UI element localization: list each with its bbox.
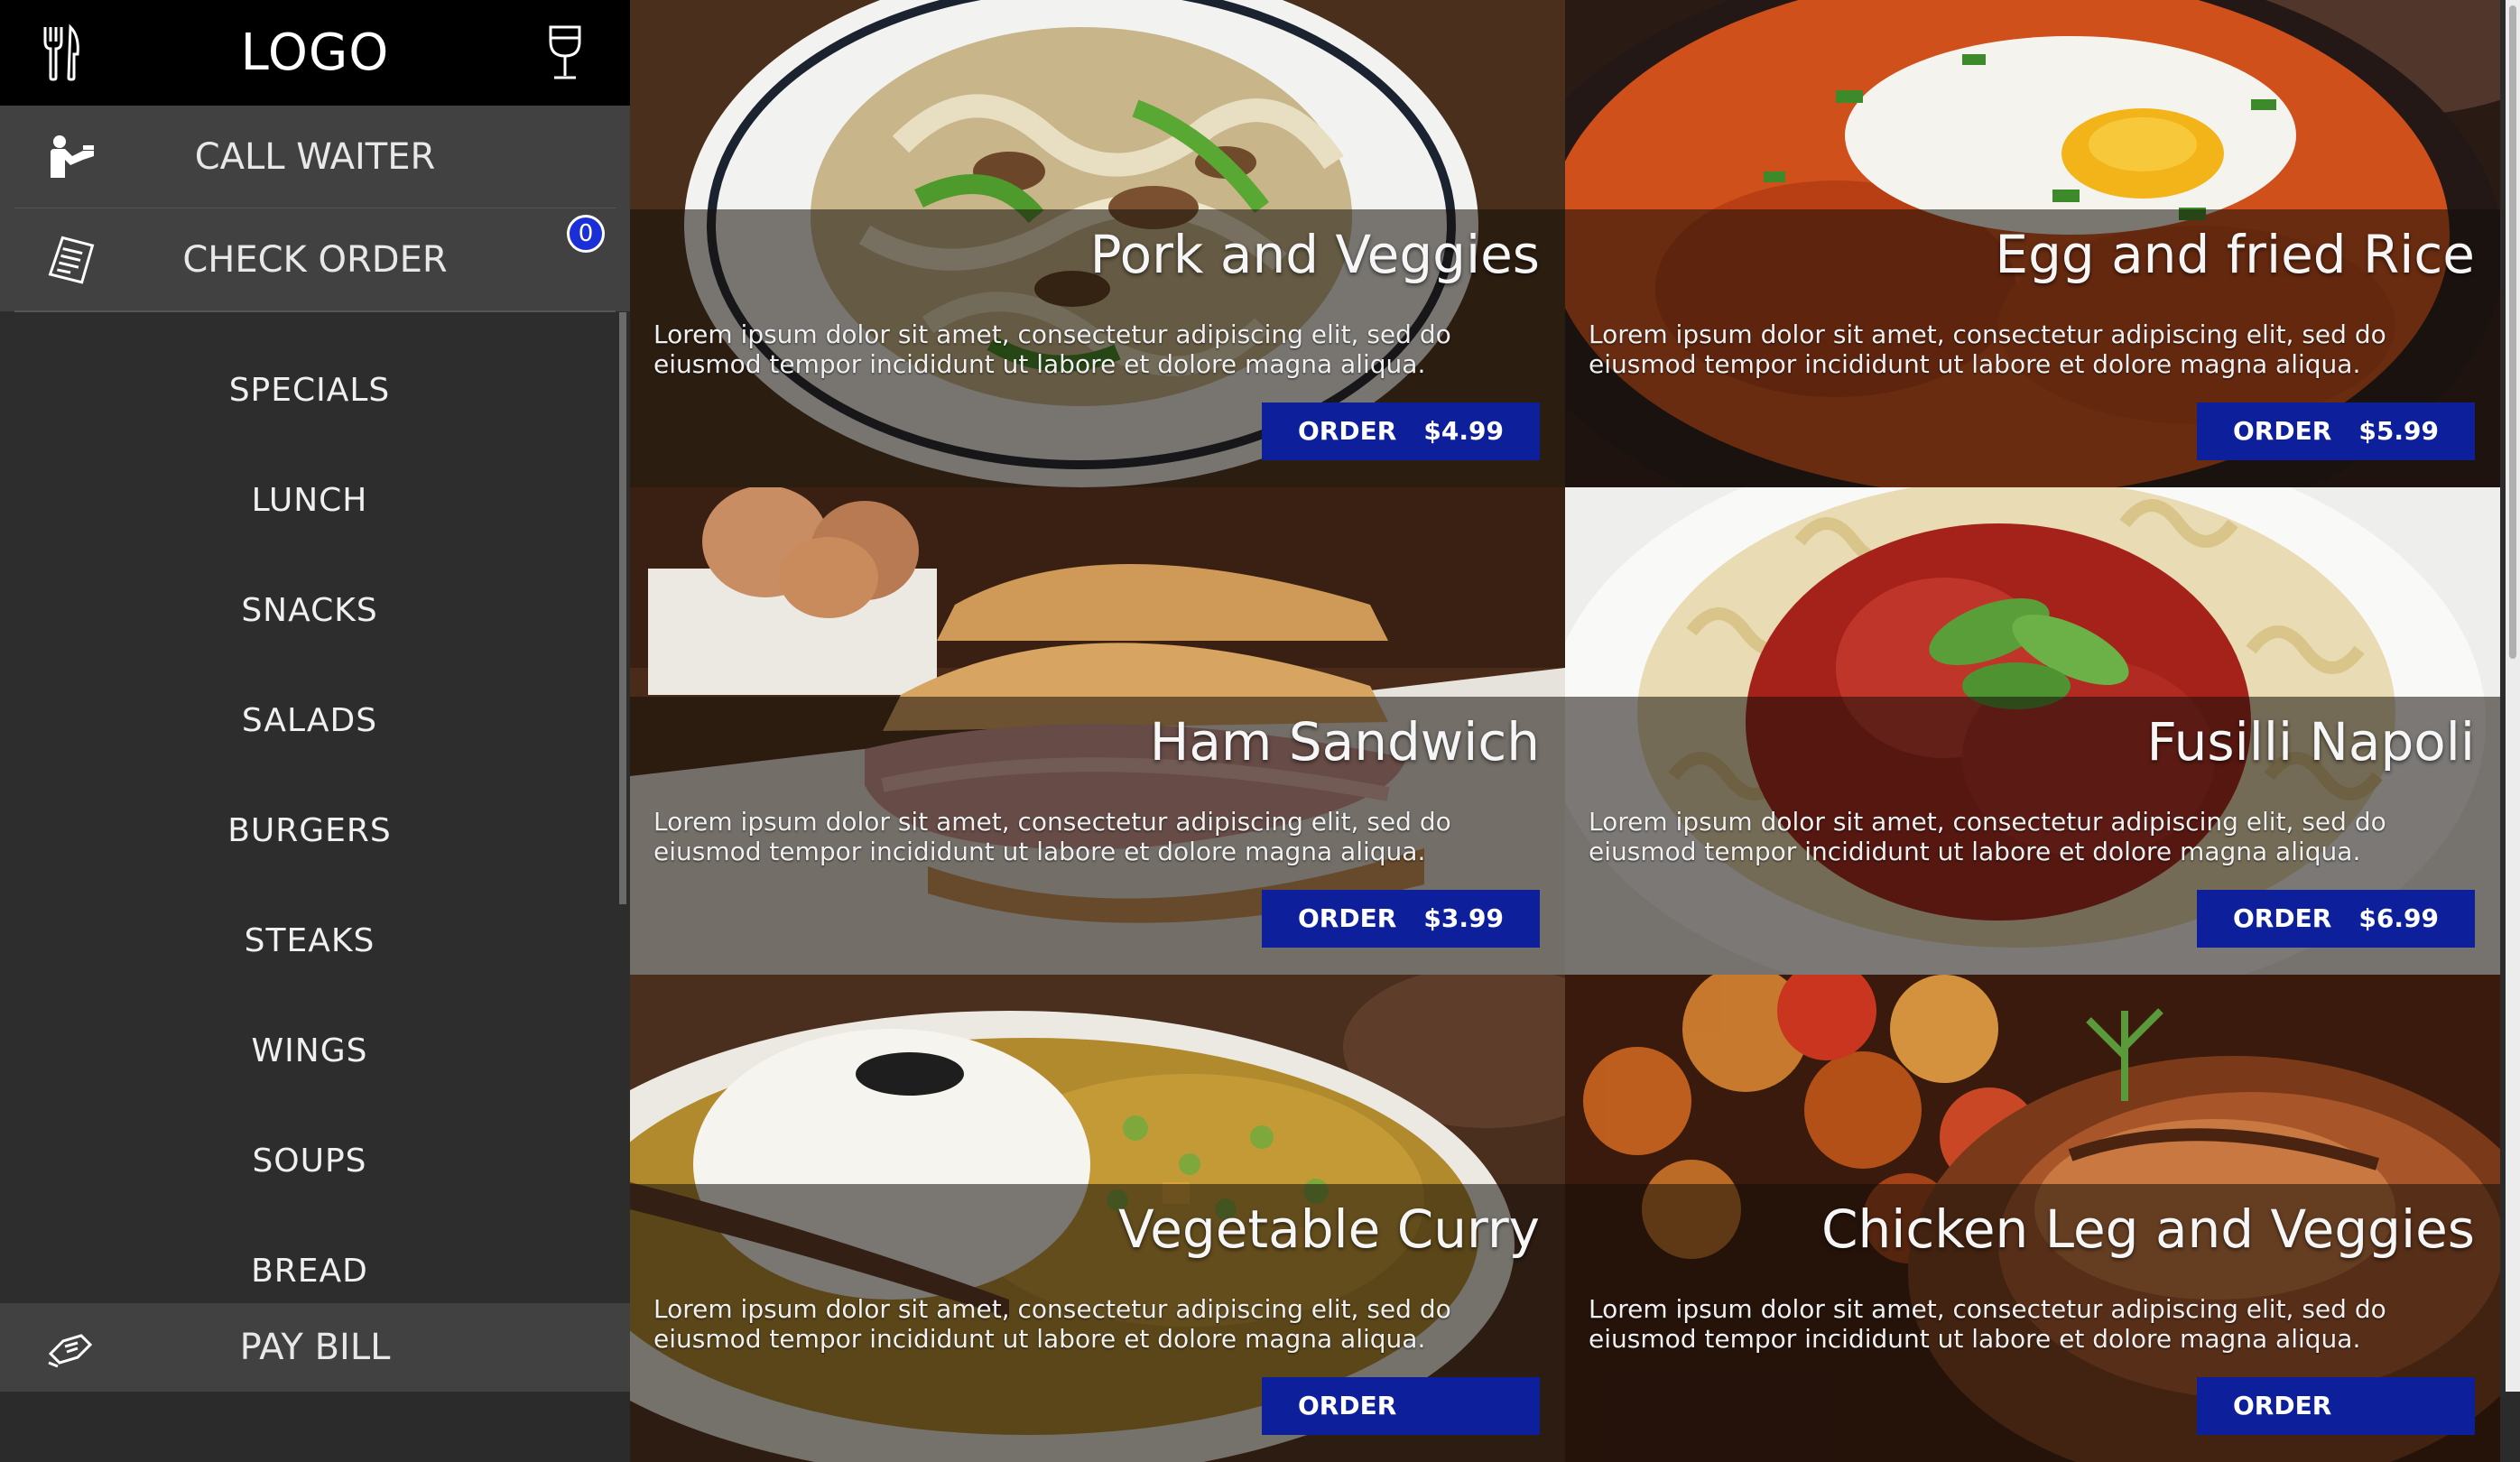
- order-button[interactable]: ORDER: [2197, 1377, 2475, 1435]
- dish-description: Lorem ipsum dolor sit amet, consectetur …: [1589, 1294, 2386, 1354]
- category-salads[interactable]: SALADS: [0, 689, 619, 753]
- order-label: ORDER: [2233, 416, 2332, 446]
- category-specials[interactable]: SPECIALS: [0, 359, 619, 422]
- dish-name: Egg and fried Rice: [1995, 224, 2475, 285]
- category-wings[interactable]: WINGS: [0, 1020, 619, 1083]
- price: $6.99: [2358, 903, 2439, 933]
- dish-description: Lorem ipsum dolor sit amet, consectetur …: [1589, 319, 2386, 379]
- category-lunch[interactable]: LUNCH: [0, 469, 619, 532]
- dish-name: Pork and Veggies: [1089, 224, 1540, 285]
- category-bread[interactable]: BREAD: [0, 1240, 619, 1303]
- category-scrollbar[interactable]: [619, 312, 626, 904]
- dish-description: Lorem ipsum dolor sit amet, consectetur …: [653, 1294, 1451, 1354]
- menu-grid: Pork and Veggies Lorem ipsum dolor sit a…: [630, 0, 2500, 1462]
- logo[interactable]: LOGO: [0, 0, 630, 106]
- category-list: SPECIALS LUNCH SNACKS SALADS BURGERS STE…: [0, 312, 619, 1303]
- dish-name: Chicken Leg and Veggies: [1821, 1198, 2475, 1260]
- category-soups[interactable]: SOUPS: [0, 1130, 619, 1193]
- sidebar: LOGO CALL WAITER CHECK ORDER 0 SPECIALS …: [0, 0, 630, 1392]
- menu-card[interactable]: Vegetable Curry Lorem ipsum dolor sit am…: [630, 975, 1565, 1462]
- price: $3.99: [1423, 903, 1504, 933]
- order-button[interactable]: ORDER $6.99: [2197, 890, 2475, 948]
- pay-bill-button[interactable]: PAY BILL: [0, 1303, 630, 1392]
- dish-name: Ham Sandwich: [1149, 711, 1540, 773]
- order-count-badge: 0: [567, 215, 605, 253]
- call-waiter-button[interactable]: CALL WAITER: [0, 106, 630, 208]
- menu-card[interactable]: Pork and Veggies Lorem ipsum dolor sit a…: [630, 0, 1565, 487]
- page-scrollbar[interactable]: [2506, 0, 2520, 1392]
- order-label: ORDER: [2233, 903, 2332, 933]
- order-label: ORDER: [1298, 416, 1397, 446]
- wine-glass-icon: [545, 23, 585, 85]
- price: $4.99: [1423, 416, 1504, 446]
- category-steaks[interactable]: STEAKS: [0, 910, 619, 973]
- category-snacks[interactable]: SNACKS: [0, 579, 619, 643]
- pay-bill-label: PAY BILL: [239, 1327, 391, 1368]
- dish-description: Lorem ipsum dolor sit amet, consectetur …: [653, 807, 1451, 866]
- scrollbar-thumb[interactable]: [2509, 5, 2516, 659]
- menu-card[interactable]: Egg and fried Rice Lorem ipsum dolor sit…: [1565, 0, 2500, 487]
- order-button[interactable]: ORDER: [1262, 1377, 1540, 1435]
- top-bar: LOGO: [0, 0, 630, 106]
- order-label: ORDER: [1298, 903, 1397, 933]
- check-order-button[interactable]: CHECK ORDER: [0, 208, 630, 311]
- dish-description: Lorem ipsum dolor sit amet, consectetur …: [653, 319, 1451, 379]
- menu-card[interactable]: Fusilli Napoli Lorem ipsum dolor sit ame…: [1565, 487, 2500, 975]
- category-burgers[interactable]: BURGERS: [0, 800, 619, 863]
- order-label: ORDER: [2233, 1391, 2332, 1420]
- order-button[interactable]: ORDER $5.99: [2197, 403, 2475, 460]
- order-button[interactable]: ORDER $4.99: [1262, 403, 1540, 460]
- order-label: ORDER: [1298, 1391, 1397, 1420]
- dish-description: Lorem ipsum dolor sit amet, consectetur …: [1589, 807, 2386, 866]
- menu-card[interactable]: Chicken Leg and Veggies Lorem ipsum dolo…: [1565, 975, 2500, 1462]
- call-waiter-label: CALL WAITER: [194, 136, 436, 178]
- dish-name: Vegetable Curry: [1118, 1198, 1540, 1260]
- dish-name: Fusilli Napoli: [2146, 711, 2475, 773]
- price: $5.99: [2358, 416, 2439, 446]
- check-order-label: CHECK ORDER: [182, 239, 448, 281]
- menu-card[interactable]: Ham Sandwich Lorem ipsum dolor sit amet,…: [630, 487, 1565, 975]
- order-button[interactable]: ORDER $3.99: [1262, 890, 1540, 948]
